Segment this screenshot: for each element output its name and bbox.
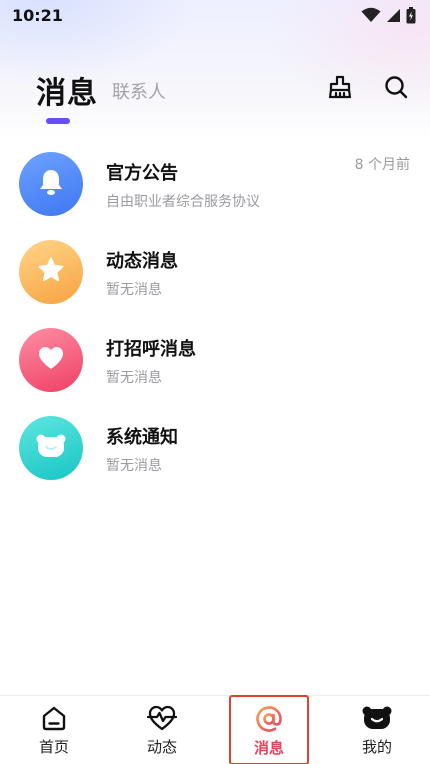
message-title: 系统通知: [106, 427, 178, 448]
nav-mine[interactable]: 我的: [337, 696, 417, 764]
at-sign-icon: [255, 705, 283, 733]
nav-label: 首页: [38, 738, 69, 756]
message-preview: 暂无消息: [106, 370, 162, 386]
message-time: 8 个月前: [354, 157, 410, 173]
status-time: 10:21: [12, 5, 63, 25]
greeting-avatar: [19, 328, 83, 392]
status-bar: 10:21: [0, 0, 430, 30]
search-button[interactable]: [381, 74, 411, 104]
message-title: 官方公告: [106, 163, 178, 184]
star-icon: [37, 256, 65, 288]
tab-messages[interactable]: 消息: [36, 68, 98, 112]
battery-icon: [406, 6, 416, 24]
message-title: 动态消息: [106, 251, 178, 272]
cellular-signal-icon: [386, 8, 401, 23]
home-icon: [40, 704, 68, 732]
bear-face-icon: [361, 704, 393, 732]
message-preview: 暂无消息: [106, 282, 162, 298]
active-tab-indicator: [46, 118, 70, 124]
nav-label: 动态: [146, 738, 177, 756]
message-preview: 暂无消息: [106, 458, 162, 474]
message-item-feed[interactable]: 动态消息 暂无消息: [0, 236, 430, 324]
header: 消息 联系人: [0, 62, 430, 126]
message-item-system[interactable]: 系统通知 暂无消息: [0, 412, 430, 500]
message-list: 官方公告 自由职业者综合服务协议 8 个月前 动态消息 暂无消息 打招呼消息 暂…: [0, 148, 430, 500]
feed-avatar: [19, 240, 83, 304]
official-avatar: [19, 152, 83, 216]
system-avatar: [19, 416, 83, 480]
status-icons: [361, 6, 416, 24]
nav-label: 消息: [253, 739, 284, 757]
nav-messages[interactable]: 消息: [229, 695, 309, 764]
tab-contacts[interactable]: 联系人: [112, 78, 166, 104]
pulse-heart-icon: [147, 704, 177, 732]
bell-icon: [38, 168, 64, 200]
message-title: 打招呼消息: [106, 339, 196, 360]
clear-unread-button[interactable]: [325, 74, 355, 104]
nav-home[interactable]: 首页: [14, 696, 94, 764]
message-preview: 自由职业者综合服务协议: [106, 194, 260, 210]
messages-screen: 10:21 消息 联系人 官方公告 自由职业者综合服务协议 8 个月前 动态消息…: [0, 0, 430, 764]
bottom-nav: 首页 动态 消息 我的: [0, 695, 430, 764]
broom-clean-icon: [327, 74, 353, 104]
nav-feed[interactable]: 动态: [122, 696, 202, 764]
search-icon: [384, 75, 408, 103]
message-item-greeting[interactable]: 打招呼消息 暂无消息: [0, 324, 430, 412]
wifi-icon: [361, 7, 381, 23]
bear-face-icon: [35, 433, 67, 463]
nav-label: 我的: [361, 738, 392, 756]
message-item-official[interactable]: 官方公告 自由职业者综合服务协议 8 个月前: [0, 148, 430, 236]
heart-icon: [37, 345, 65, 375]
